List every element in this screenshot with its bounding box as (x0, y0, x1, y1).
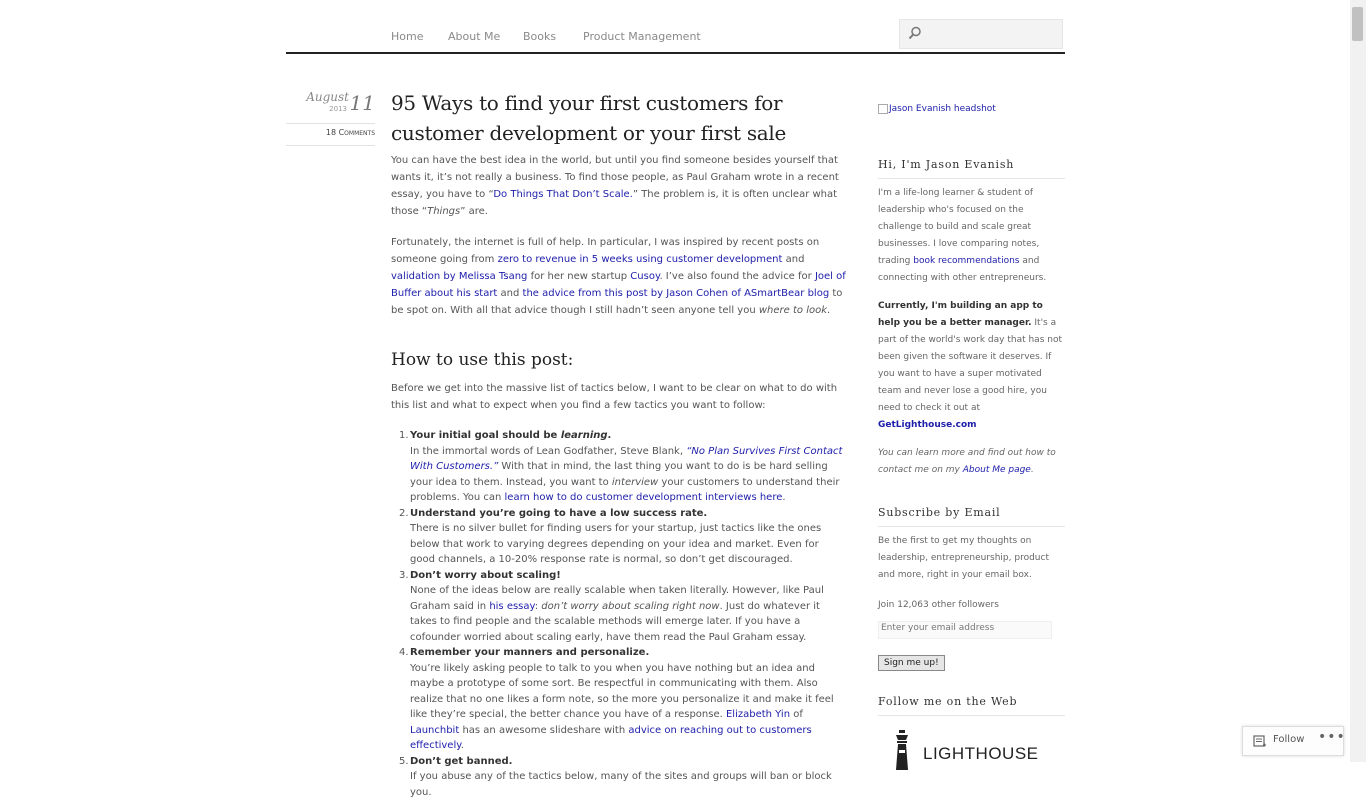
list-item: 1. Your initial goal should be learning.… (391, 428, 846, 506)
comments-link[interactable]: 18 Comments (326, 128, 375, 137)
how-to-use-heading: How to use this post: (391, 350, 573, 370)
top-navigation: Home About Me Books Product Management (286, 18, 1065, 54)
bio-text: I'm a life-long learner & student of lea… (878, 185, 1065, 287)
do-things-link[interactable]: Do Things That Don’t Scale. (493, 189, 633, 200)
hi-widget-title: Hi, I'm Jason Evanish (878, 158, 1065, 179)
subscribe-text: Be the first to get my thoughts on leade… (878, 533, 1065, 584)
validation-link[interactable]: validation by Melissa Tsang (391, 271, 527, 282)
more-options-icon[interactable]: ••• (1318, 729, 1346, 745)
elizabeth-yin-link[interactable]: Elizabeth Yin (726, 709, 790, 720)
search-icon (908, 26, 922, 40)
intro-paragraph: You can have the best idea in the world,… (391, 152, 846, 220)
post-title: 95 Ways to find your first customers for… (391, 88, 846, 148)
cusoy-link[interactable]: Cusoy (630, 271, 659, 282)
lighthouse-logo[interactable]: LIGHTHOUSE (878, 730, 1065, 770)
sidebar: Jason Evanish headshot Hi, I'm Jason Eva… (878, 100, 1065, 770)
page-scrollbar[interactable] (1350, 0, 1366, 762)
post-day: 11 (350, 91, 375, 115)
follow-button[interactable]: Follow (1273, 734, 1304, 745)
learn-more-text: You can learn more and find out how to c… (878, 445, 1065, 479)
post-content: 95 Ways to find your first customers for… (391, 88, 846, 148)
followers-count: Join 12,063 other followers (878, 597, 1065, 614)
lighthouse-icon (892, 730, 912, 770)
inspiration-paragraph: Fortunately, the internet is full of hel… (391, 234, 846, 319)
scrollbar-thumb[interactable] (1352, 7, 1363, 41)
nav-about-me[interactable]: About Me (448, 30, 500, 43)
follow-icon (1253, 734, 1267, 748)
customer-interviews-link[interactable]: learn how to do customer development int… (505, 492, 783, 503)
nav-books[interactable]: Books (523, 30, 556, 43)
meta-divider (286, 123, 375, 124)
list-item: 3. Don’t worry about scaling! None of th… (391, 568, 846, 646)
zero-to-revenue-link[interactable]: zero to revenue in 5 weeks using custome… (498, 254, 783, 265)
follow-bar: Follow ••• (1242, 726, 1344, 756)
list-item: 5. Don’t get banned. If you abuse any of… (391, 754, 846, 800)
getlighthouse-link[interactable]: GetLighthouse.com (878, 420, 977, 430)
broken-image-icon (878, 104, 888, 114)
email-input[interactable]: Enter your email address (878, 621, 1052, 639)
post-year: 2013 (329, 105, 347, 113)
jason-cohen-link[interactable]: the advice from this post by Jason Cohen… (523, 288, 830, 299)
current-text: Currently, I'm building an app to help y… (878, 298, 1065, 434)
post-month: August (306, 90, 349, 104)
launchbit-link[interactable]: Launchbit (410, 725, 459, 736)
subscribe-widget-title: Subscribe by Email (878, 506, 1065, 527)
tips-list: 1. Your initial goal should be learning.… (391, 428, 846, 800)
nav-home[interactable]: Home (391, 30, 423, 43)
list-item: 4. Remember your manners and personalize… (391, 645, 846, 754)
book-recommendations-link[interactable]: book recommendations (913, 256, 1019, 266)
his-essay-link[interactable]: his essay (489, 601, 534, 612)
search-input[interactable] (899, 19, 1063, 49)
follow-web-widget-title: Follow me on the Web (878, 695, 1065, 716)
about-me-page-link[interactable]: About Me page (963, 465, 1031, 475)
meta-divider (286, 145, 375, 146)
list-intro-paragraph: Before we get into the massive list of t… (391, 380, 846, 414)
list-item: 2. Understand you’re going to have a low… (391, 506, 846, 568)
headshot-image[interactable]: Jason Evanish headshot (878, 100, 1065, 118)
sign-up-button[interactable]: Sign me up! (878, 655, 945, 671)
nav-product-management[interactable]: Product Management (583, 30, 701, 43)
